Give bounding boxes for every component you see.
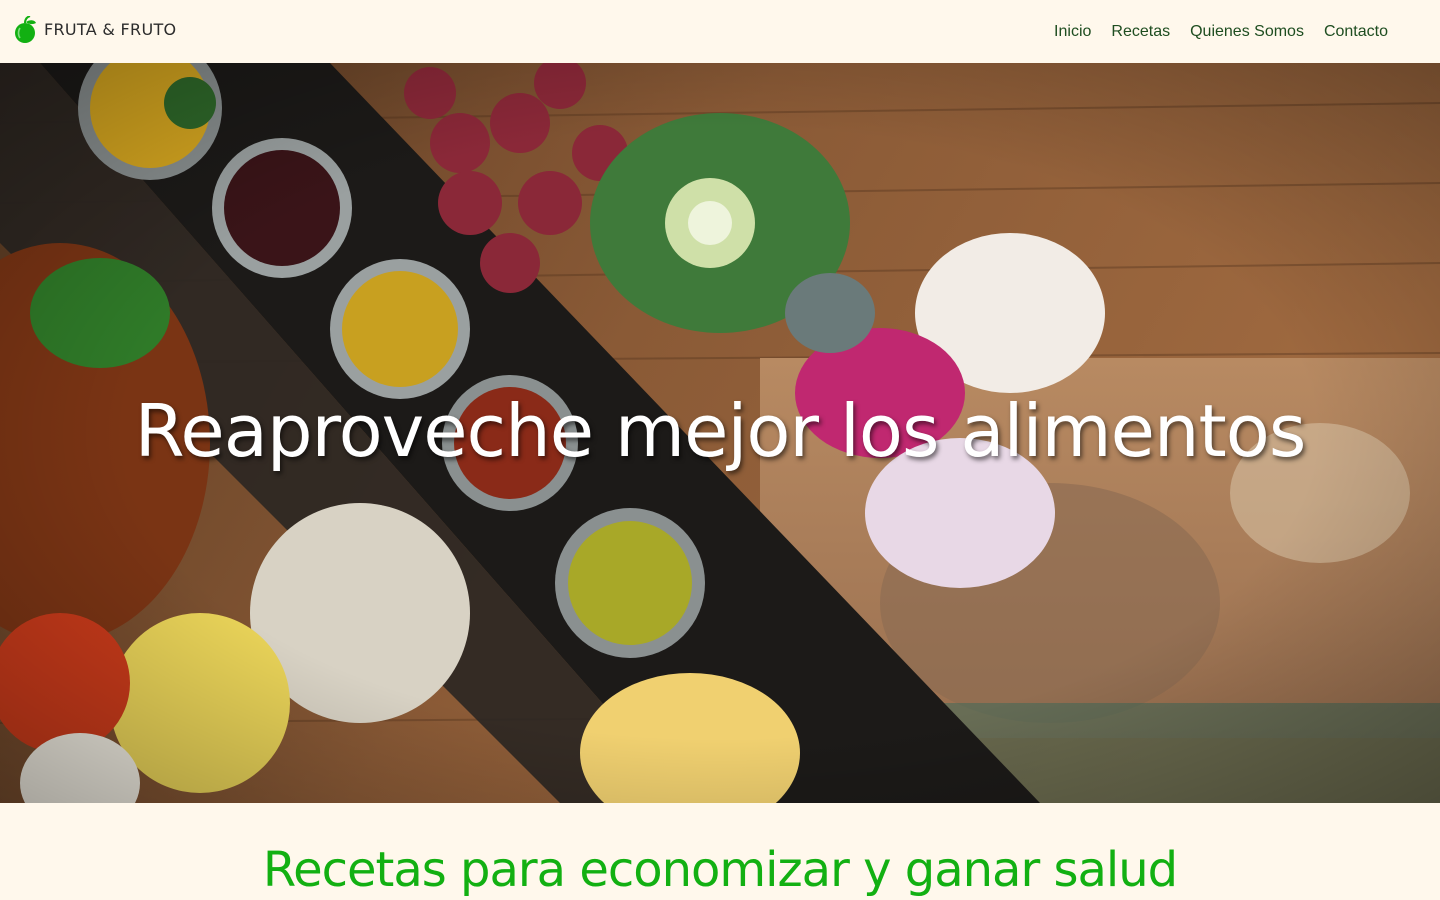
green-fruit-logo-icon xyxy=(15,15,36,43)
navbar: FRUTA & FRUTO Inicio Recetas Quienes Som… xyxy=(0,0,1440,63)
nav-link-contacto[interactable]: Contacto xyxy=(1324,23,1388,40)
nav-links: Inicio Recetas Quienes Somos Contacto xyxy=(1054,23,1388,41)
brand-name: FRUTA & FRUTO xyxy=(44,20,177,39)
nav-link-quienes-somos[interactable]: Quienes Somos xyxy=(1190,23,1304,40)
hero-title: Reaproveche mejor los alimentos xyxy=(134,389,1307,473)
nav-item-recetas: Recetas xyxy=(1111,23,1170,41)
nav-link-recetas[interactable]: Recetas xyxy=(1111,23,1170,40)
hero-banner: Reaproveche mejor los alimentos xyxy=(0,63,1440,803)
nav-item-quienes-somos: Quienes Somos xyxy=(1190,23,1304,41)
brand-logo-link[interactable]: FRUTA & FRUTO xyxy=(12,15,177,44)
nav-item-inicio: Inicio xyxy=(1054,23,1091,41)
section-title: Recetas para economizar y ganar salud xyxy=(262,842,1178,898)
nav-link-inicio[interactable]: Inicio xyxy=(1054,23,1091,40)
main-navigation: Inicio Recetas Quienes Somos Contacto xyxy=(1054,23,1388,41)
nav-item-contacto: Contacto xyxy=(1324,23,1388,41)
